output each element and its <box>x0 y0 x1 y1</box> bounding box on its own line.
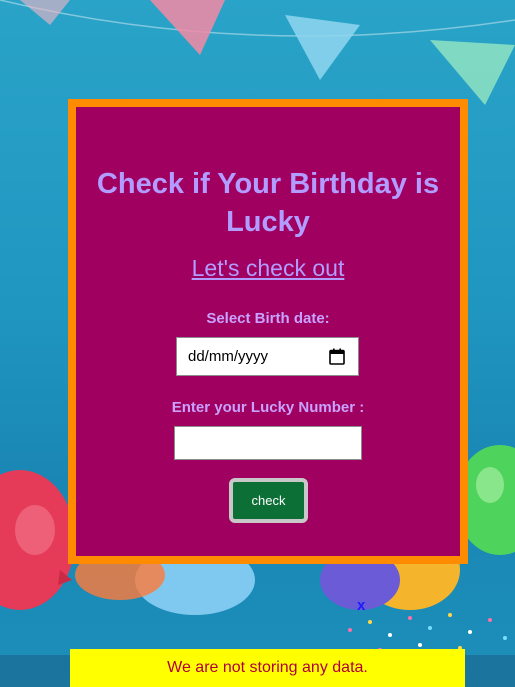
page-title: Check if Your Birthday is Lucky <box>96 168 440 238</box>
birth-date-label: Select Birth date: <box>206 310 330 327</box>
check-button[interactable]: check <box>229 478 308 523</box>
privacy-notice: We are not storing any data. <box>70 649 465 687</box>
birth-date-input[interactable]: dd/mm/yyyy <box>176 337 359 376</box>
calendar-icon[interactable] <box>329 348 345 365</box>
page-background: Check if Your Birthday is Lucky Let's ch… <box>0 0 515 687</box>
close-notice-button[interactable]: x <box>357 597 365 614</box>
lucky-number-label: Enter your Lucky Number : <box>171 399 365 416</box>
lucky-number-input[interactable] <box>174 426 362 460</box>
lucky-birthday-card: Check if Your Birthday is Lucky Let's ch… <box>68 99 468 564</box>
privacy-notice-text: We are not storing any data. <box>167 659 368 676</box>
check-out-link[interactable]: Let's check out <box>192 255 345 281</box>
birth-date-placeholder: dd/mm/yyyy <box>188 348 269 365</box>
subtitle: Let's check out <box>76 255 460 282</box>
